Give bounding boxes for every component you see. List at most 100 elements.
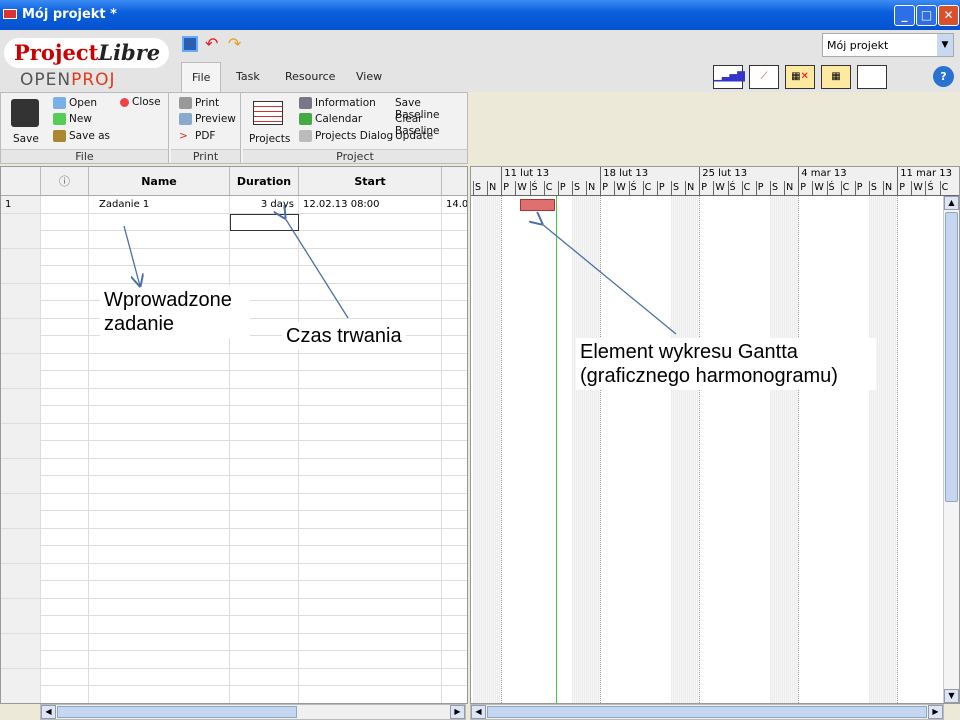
cell-duration[interactable] bbox=[230, 476, 299, 493]
cell-start[interactable] bbox=[299, 353, 442, 371]
cell-info[interactable] bbox=[41, 458, 89, 476]
cell-num[interactable] bbox=[1, 511, 41, 528]
cell-finish[interactable] bbox=[442, 441, 467, 458]
cell-duration[interactable] bbox=[230, 511, 299, 528]
table-row[interactable] bbox=[1, 563, 467, 581]
table-row[interactable] bbox=[1, 231, 467, 249]
cell-name[interactable] bbox=[89, 546, 230, 563]
cell-start[interactable] bbox=[299, 231, 442, 248]
table-row[interactable] bbox=[1, 353, 467, 371]
cell-duration[interactable] bbox=[230, 581, 299, 598]
gantt-vertical-scrollbar[interactable]: ▲ ▼ bbox=[943, 196, 959, 703]
cell-info[interactable] bbox=[41, 441, 89, 458]
cell-finish[interactable] bbox=[442, 266, 467, 283]
cell-info[interactable] bbox=[41, 598, 89, 616]
resource-histogram-view-icon[interactable]: ▁▃▅▇ bbox=[713, 65, 745, 89]
cell-finish[interactable] bbox=[442, 616, 467, 633]
save-icon[interactable] bbox=[11, 99, 39, 127]
minimize-button[interactable]: _ bbox=[894, 5, 915, 26]
table-row[interactable] bbox=[1, 388, 467, 406]
cell-finish[interactable] bbox=[442, 406, 467, 423]
cell-duration[interactable] bbox=[230, 388, 299, 406]
cell-start[interactable] bbox=[299, 633, 442, 651]
cell-finish[interactable]: 14.02 bbox=[442, 196, 467, 213]
scroll-left-icon[interactable]: ◀ bbox=[471, 705, 486, 719]
cell-name[interactable] bbox=[89, 353, 230, 371]
table-row[interactable] bbox=[1, 581, 467, 599]
cell-num[interactable] bbox=[1, 231, 41, 248]
table-row[interactable] bbox=[1, 616, 467, 634]
cell-start[interactable]: 12.02.13 08:00 bbox=[299, 196, 442, 213]
table-row[interactable] bbox=[1, 371, 467, 389]
cell-name[interactable]: Zadanie 1 bbox=[89, 196, 230, 213]
cell-name[interactable] bbox=[89, 668, 230, 686]
cell-num[interactable] bbox=[1, 476, 41, 493]
cell-info[interactable] bbox=[41, 686, 89, 703]
cell-num[interactable] bbox=[1, 546, 41, 563]
cell-num[interactable] bbox=[1, 318, 41, 336]
cell-info[interactable] bbox=[41, 371, 89, 388]
table-row[interactable] bbox=[1, 493, 467, 511]
cell-name[interactable] bbox=[89, 633, 230, 651]
cell-info[interactable] bbox=[41, 651, 89, 668]
cell-num[interactable] bbox=[1, 283, 41, 301]
scroll-left-icon[interactable]: ◀ bbox=[41, 705, 56, 719]
cell-duration[interactable] bbox=[230, 371, 299, 388]
cell-num[interactable]: 1 bbox=[1, 196, 41, 213]
col-header-start[interactable]: Start bbox=[299, 167, 442, 196]
information-button[interactable]: Information bbox=[299, 97, 376, 109]
cell-name[interactable] bbox=[89, 598, 230, 616]
redo-icon[interactable]: ↷ bbox=[228, 34, 241, 53]
cell-name[interactable] bbox=[89, 441, 230, 458]
cell-name[interactable] bbox=[89, 476, 230, 493]
cell-finish[interactable] bbox=[442, 546, 467, 563]
table-row[interactable] bbox=[1, 651, 467, 669]
cell-finish[interactable] bbox=[442, 494, 467, 511]
cell-name[interactable] bbox=[89, 388, 230, 406]
cell-start[interactable] bbox=[299, 266, 442, 283]
cell-name[interactable] bbox=[89, 528, 230, 546]
pdf-button[interactable]: > PDF bbox=[179, 130, 215, 142]
save-quick-icon[interactable] bbox=[182, 36, 198, 52]
chevron-down-icon[interactable]: ▼ bbox=[937, 34, 953, 56]
cell-num[interactable] bbox=[1, 651, 41, 668]
cell-num[interactable] bbox=[1, 441, 41, 458]
cell-duration[interactable] bbox=[230, 668, 299, 686]
table-horizontal-scrollbar[interactable]: ◀ ▶ bbox=[40, 704, 466, 720]
table-row[interactable] bbox=[1, 406, 467, 424]
cell-name[interactable] bbox=[89, 616, 230, 633]
cell-name[interactable] bbox=[89, 213, 230, 231]
cell-num[interactable] bbox=[1, 406, 41, 423]
table-row[interactable] bbox=[1, 546, 467, 564]
cell-num[interactable] bbox=[1, 371, 41, 388]
cell-start[interactable] bbox=[299, 371, 442, 388]
cell-duration[interactable] bbox=[230, 266, 299, 283]
cell-start[interactable] bbox=[299, 528, 442, 546]
cell-duration[interactable] bbox=[230, 248, 299, 266]
cell-num[interactable] bbox=[1, 616, 41, 633]
cell-info[interactable] bbox=[41, 248, 89, 266]
cell-info[interactable] bbox=[41, 563, 89, 581]
cell-num[interactable] bbox=[1, 686, 41, 703]
table-row[interactable] bbox=[1, 441, 467, 459]
save-as-button[interactable]: Save as bbox=[53, 130, 110, 142]
col-header-name[interactable]: Name bbox=[89, 167, 230, 196]
scroll-down-icon[interactable]: ▼ bbox=[944, 689, 959, 703]
cell-finish[interactable] bbox=[442, 669, 467, 686]
cell-start[interactable] bbox=[299, 616, 442, 633]
cell-start[interactable] bbox=[299, 598, 442, 616]
cell-num[interactable] bbox=[1, 301, 41, 318]
tab-file[interactable]: File bbox=[181, 62, 222, 92]
table-row[interactable] bbox=[1, 528, 467, 546]
projects-dialog-button[interactable]: Projects Dialog bbox=[299, 130, 393, 142]
cell-num[interactable] bbox=[1, 581, 41, 598]
cell-start[interactable] bbox=[299, 651, 442, 668]
cell-start[interactable] bbox=[299, 406, 442, 423]
cell-start[interactable] bbox=[299, 213, 442, 231]
print-button[interactable]: Print bbox=[179, 97, 219, 109]
save-button[interactable]: Save bbox=[13, 133, 39, 145]
cell-finish[interactable] bbox=[442, 354, 467, 371]
cell-start[interactable] bbox=[299, 563, 442, 581]
cell-finish[interactable] bbox=[442, 231, 467, 248]
cell-duration[interactable] bbox=[230, 231, 299, 248]
